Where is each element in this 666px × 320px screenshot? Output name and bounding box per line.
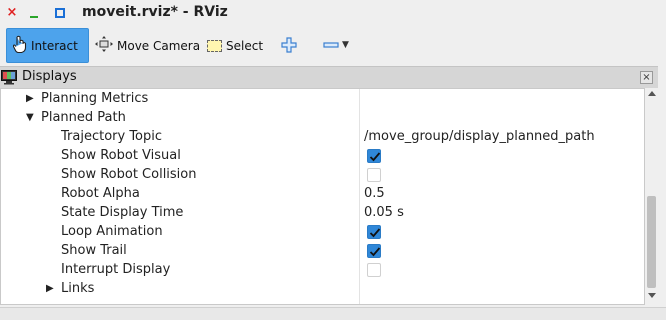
displays-panel-header: Displays × (0, 66, 658, 88)
hand-pointer-icon (12, 35, 27, 56)
tree-scrollbar[interactable] (645, 88, 658, 305)
close-panel-icon[interactable]: × (640, 71, 653, 84)
window-title: moveit.rviz* - RViz (82, 4, 228, 20)
remove-tool-button[interactable] (322, 36, 340, 54)
interact-tool-label: Interact (31, 38, 78, 53)
show-robot-visual-checkbox[interactable] (367, 149, 381, 163)
checkmark-icon (369, 228, 381, 238)
property-label: Show Robot Collision (61, 167, 197, 182)
bottom-splitter[interactable] (0, 307, 666, 320)
select-icon (207, 39, 222, 52)
tree-item-label: Planning Metrics (41, 91, 149, 106)
displays-tree: ▶ Planning Metrics ▼ Planned Path Trajec… (0, 88, 645, 305)
move-camera-tool-button[interactable]: Move Camera (93, 28, 200, 63)
loop-animation-checkbox[interactable] (367, 225, 381, 239)
scrollbar-thumb[interactable] (647, 196, 656, 288)
property-label: State Display Time (61, 205, 184, 220)
checkmark-icon (369, 247, 381, 257)
property-value[interactable]: 0.05 s (364, 205, 404, 220)
tree-row-show-robot-visual[interactable]: Show Robot Visual (1, 147, 644, 166)
tree-row-links[interactable]: ▶ Links (1, 280, 644, 299)
maximize-window-icon[interactable] (53, 6, 67, 20)
plus-icon (281, 37, 297, 53)
property-label: Show Robot Visual (61, 148, 181, 163)
tree-row-show-robot-collision[interactable]: Show Robot Collision (1, 166, 644, 185)
minimize-window-icon[interactable] (27, 6, 41, 20)
property-value[interactable]: /move_group/display_planned_path (364, 129, 595, 144)
interact-tool-button[interactable]: Interact (6, 28, 89, 63)
window-titlebar: × moveit.rviz* - RViz (0, 0, 666, 28)
tree-row-loop-animation[interactable]: Loop Animation (1, 223, 644, 242)
property-label: Interrupt Display (61, 262, 171, 277)
displays-panel-title: Displays (22, 69, 77, 84)
expand-arrow-icon[interactable]: ▶ (26, 92, 38, 106)
tree-row-state-display-time[interactable]: State Display Time 0.05 s (1, 204, 644, 223)
collapse-arrow-icon[interactable]: ▼ (26, 111, 38, 125)
tree-row-show-trail[interactable]: Show Trail (1, 242, 644, 261)
tree-row-interrupt-display[interactable]: Interrupt Display (1, 261, 644, 280)
property-value[interactable]: 0.5 (364, 186, 385, 201)
move-camera-icon (95, 36, 113, 55)
move-camera-tool-label: Move Camera (117, 38, 201, 53)
interrupt-display-checkbox[interactable] (367, 263, 381, 277)
expand-arrow-icon[interactable]: ▶ (46, 282, 58, 296)
monitor-icon (1, 70, 17, 85)
tree-item-label: Planned Path (41, 110, 126, 125)
minus-icon (323, 42, 339, 48)
close-window-icon[interactable]: × (5, 6, 19, 20)
checkmark-icon (369, 152, 381, 162)
toolbar: Interact Move Camera Select ▼ (0, 28, 666, 64)
scroll-down-arrow-icon[interactable] (648, 293, 656, 298)
tree-row-trajectory-topic[interactable]: Trajectory Topic /move_group/display_pla… (1, 128, 644, 147)
tree-row-planning-metrics[interactable]: ▶ Planning Metrics (1, 90, 644, 109)
dropdown-arrow-icon[interactable]: ▼ (342, 40, 352, 50)
property-label: Robot Alpha (61, 186, 140, 201)
show-robot-collision-checkbox[interactable] (367, 168, 381, 182)
tree-row-planned-path[interactable]: ▼ Planned Path (1, 109, 644, 128)
select-tool-button[interactable]: Select (207, 28, 263, 63)
property-label: Show Trail (61, 243, 127, 258)
property-label: Trajectory Topic (61, 129, 163, 144)
scroll-up-arrow-icon[interactable] (648, 91, 656, 96)
tree-row-robot-alpha[interactable]: Robot Alpha 0.5 (1, 185, 644, 204)
add-tool-button[interactable] (280, 36, 298, 54)
show-trail-checkbox[interactable] (367, 244, 381, 258)
select-tool-label: Select (226, 38, 264, 53)
tree-item-label: Links (61, 281, 95, 296)
property-label: Loop Animation (61, 224, 163, 239)
